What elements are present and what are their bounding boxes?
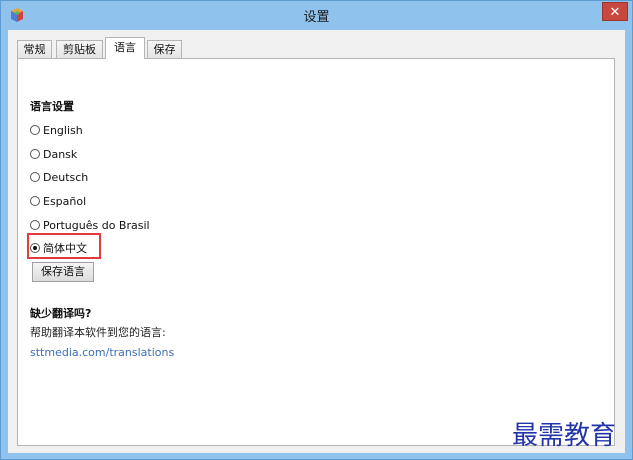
radio-label: Deutsch <box>43 170 89 184</box>
radio-option-deutsch[interactable]: Deutsch <box>30 169 88 185</box>
translations-link[interactable]: sttmedia.com/translations <box>30 346 174 359</box>
radio-option-espanol[interactable]: Español <box>30 193 86 209</box>
title-bar[interactable]: 设置 ✕ <box>1 1 632 29</box>
radio-label: Dansk <box>43 147 78 161</box>
language-panel: 语言设置 English Dansk Deutsch Español Portu… <box>17 58 615 446</box>
tab-language[interactable]: 语言 <box>105 37 145 59</box>
radio-label: English <box>43 123 83 137</box>
language-settings-heading: 语言设置 <box>30 100 74 113</box>
tab-general[interactable]: 常规 <box>17 40 52 58</box>
settings-window: 设置 ✕ 常规 剪贴板 语言 保存 语言设置 English Dansk Deu… <box>0 0 633 460</box>
highlight-annotation-box <box>27 233 101 259</box>
radio-label: Español <box>43 194 87 208</box>
window-title: 设置 <box>303 10 330 25</box>
help-translate-text: 帮助翻译本软件到您的语言: <box>30 326 166 339</box>
radio-option-portuguese[interactable]: Português do Brasil <box>30 217 150 233</box>
radio-label: Português do Brasil <box>43 218 150 232</box>
tab-clipboard[interactable]: 剪贴板 <box>56 40 103 58</box>
close-button[interactable]: ✕ <box>602 2 628 21</box>
missing-translation-heading: 缺少翻译吗? <box>30 307 92 320</box>
radio-button[interactable] <box>30 149 40 159</box>
radio-button[interactable] <box>30 125 40 135</box>
radio-button[interactable] <box>30 172 40 182</box>
radio-option-dansk[interactable]: Dansk <box>30 146 77 162</box>
window-client: 常规 剪贴板 语言 保存 语言设置 English Dansk Deutsch … <box>8 30 625 453</box>
save-language-button[interactable]: 保存语言 <box>32 262 94 282</box>
radio-button[interactable] <box>30 196 40 206</box>
tab-save[interactable]: 保存 <box>147 40 182 58</box>
watermark-text: 最需教育 <box>512 421 617 451</box>
radio-option-english[interactable]: English <box>30 122 83 138</box>
radio-button[interactable] <box>30 220 40 230</box>
